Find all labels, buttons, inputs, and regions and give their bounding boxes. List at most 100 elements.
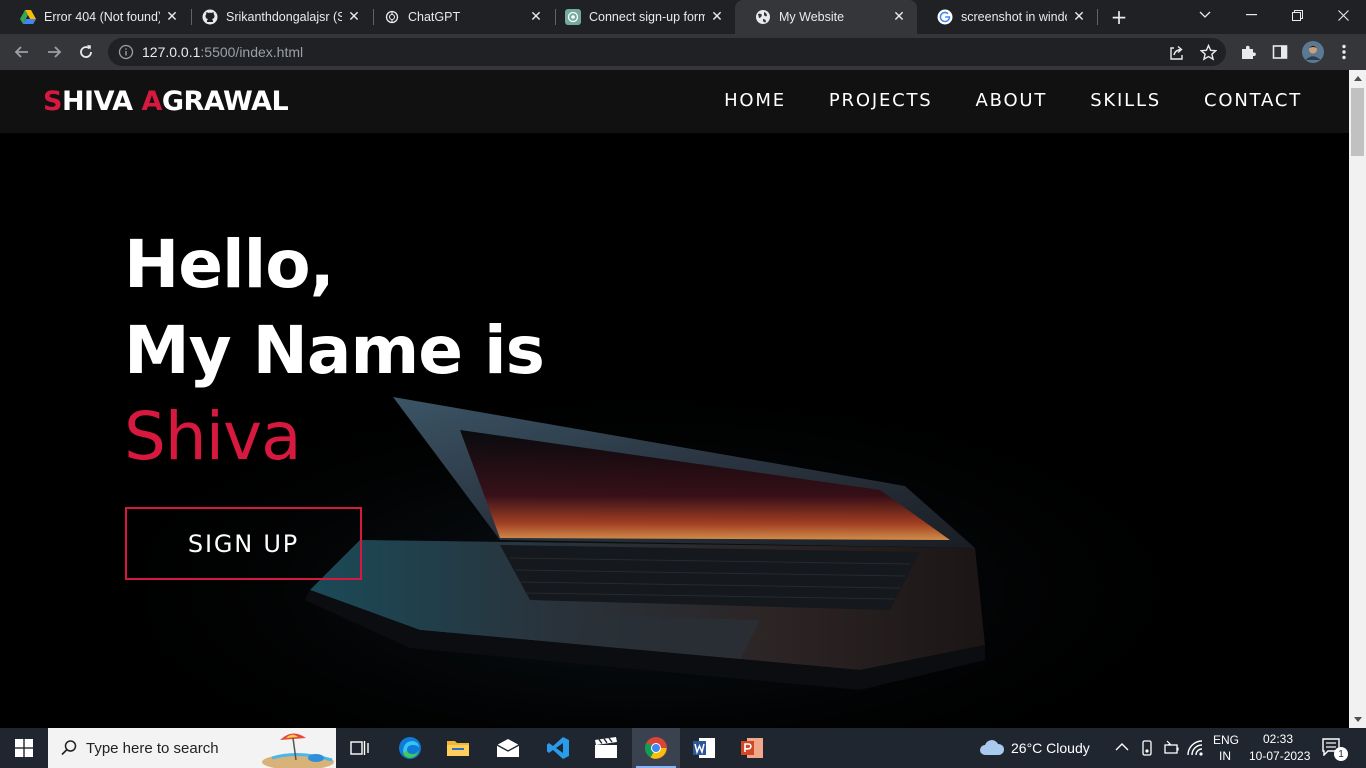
tab-github[interactable]: Srikanthdongalajsr (Srikanth) ✕ (182, 0, 372, 34)
browser-toolbar: 127.0.0.1:5500/index.html (0, 34, 1366, 70)
star-icon (1199, 43, 1217, 61)
close-icon[interactable]: ✕ (1071, 9, 1087, 25)
menu-button[interactable] (1334, 42, 1354, 62)
wifi-icon[interactable] (1187, 740, 1205, 756)
nav-contact-link[interactable]: CONTACT (1204, 90, 1302, 111)
site-logo[interactable]: SHIVA AGRAWAL (43, 86, 289, 117)
tab-title: Srikanthdongalajsr (Srikanth) (226, 10, 342, 24)
tab-screenshot-search[interactable]: screenshot in windows ✕ (917, 0, 1097, 34)
close-icon[interactable]: ✕ (164, 9, 180, 25)
tab-title: Connect sign-up form (589, 10, 705, 24)
device-icon[interactable] (1140, 740, 1154, 756)
hero-greeting: Hello, (124, 226, 335, 303)
forward-button[interactable] (40, 38, 68, 66)
sign-up-button[interactable]: SIGN UP (125, 507, 362, 580)
extensions-button[interactable] (1238, 42, 1258, 62)
hero-intro: My Name is (124, 312, 545, 389)
tab-title: screenshot in windows (961, 10, 1067, 24)
battery-icon[interactable] (1162, 740, 1180, 756)
side-panel-button[interactable] (1270, 42, 1290, 62)
arrow-left-icon (14, 46, 28, 58)
more-vertical-icon (1342, 44, 1346, 60)
chevron-up-icon[interactable] (1115, 742, 1129, 752)
back-button[interactable] (8, 38, 36, 66)
file-explorer-app-button[interactable] (434, 728, 482, 768)
restore-button[interactable] (1274, 0, 1320, 30)
scroll-down-button[interactable] (1349, 711, 1366, 728)
profile-avatar[interactable] (1301, 40, 1325, 64)
nav-about-link[interactable]: ABOUT (976, 90, 1048, 111)
language-indicator[interactable]: ENG (1213, 733, 1239, 747)
avatar-icon (1302, 41, 1324, 63)
reload-button[interactable] (72, 38, 100, 66)
video-editor-app-button[interactable] (582, 728, 630, 768)
clapperboard-icon (595, 737, 617, 758)
region-indicator[interactable]: IN (1219, 749, 1231, 763)
site-navbar: SHIVA AGRAWAL HOME PROJECTS ABOUT SKILLS… (0, 70, 1349, 133)
google-icon (937, 9, 953, 25)
powerpoint-icon (741, 738, 763, 758)
chatgpt-icon (384, 9, 400, 25)
tab-chatgpt[interactable]: ChatGPT ✕ (364, 0, 554, 34)
windows-logo-icon (15, 739, 33, 757)
task-view-icon (350, 741, 369, 755)
edge-app-button[interactable] (386, 728, 434, 768)
close-icon[interactable]: ✕ (709, 9, 725, 25)
close-window-button[interactable] (1320, 0, 1366, 30)
side-panel-icon (1272, 45, 1288, 59)
nav-home-link[interactable]: HOME (724, 90, 786, 111)
new-tab-button[interactable]: + (1106, 5, 1132, 29)
close-icon[interactable]: ✕ (346, 9, 362, 25)
hero-name: Shiva (124, 398, 302, 475)
clock-time[interactable]: 02:33 (1263, 732, 1293, 746)
search-icon (61, 740, 77, 756)
bookmark-button[interactable] (1198, 42, 1218, 62)
tab-separator (1097, 9, 1098, 25)
chatgpt-icon (565, 9, 581, 25)
scroll-up-button[interactable] (1349, 70, 1366, 87)
hero-heading: Hello, My Name is Shiva (124, 222, 545, 480)
tab-search-button[interactable] (1182, 0, 1228, 30)
close-icon[interactable]: ✕ (528, 9, 544, 25)
site-nav-links: HOME PROJECTS ABOUT SKILLS CONTACT (681, 90, 1302, 111)
google-drive-icon (20, 9, 36, 25)
weather-text[interactable]: 26°C Cloudy (1011, 740, 1090, 756)
info-icon[interactable] (118, 44, 134, 60)
page-scrollbar[interactable] (1349, 70, 1366, 728)
arrow-right-icon (48, 46, 62, 58)
search-placeholder: Type here to search (86, 739, 219, 757)
tab-my-website[interactable]: My Website ✕ (735, 0, 917, 34)
tab-title: My Website (779, 10, 845, 24)
address-bar[interactable]: 127.0.0.1:5500/index.html (108, 38, 1226, 66)
clock-date[interactable]: 10-07-2023 (1249, 749, 1310, 763)
folder-icon (447, 741, 469, 756)
powerpoint-app-button[interactable] (728, 728, 776, 768)
restore-icon (1291, 9, 1303, 21)
chrome-icon (645, 737, 667, 759)
task-view-button[interactable] (336, 728, 384, 768)
word-app-button[interactable] (680, 728, 728, 768)
cloud-icon[interactable] (979, 739, 1005, 757)
puzzle-icon (1241, 45, 1256, 59)
close-icon[interactable]: ✕ (891, 9, 907, 25)
browser-tab-strip: Error 404 (Not found)!!! ✕ Srikanthdonga… (0, 0, 1366, 34)
webpage-viewport: SHIVA AGRAWAL HOME PROJECTS ABOUT SKILLS… (0, 70, 1349, 728)
close-icon (1337, 9, 1349, 21)
globe-icon (755, 9, 771, 25)
mail-app-button[interactable] (484, 728, 532, 768)
nav-projects-link[interactable]: PROJECTS (829, 90, 933, 111)
chrome-app-button[interactable] (632, 728, 680, 768)
word-icon (693, 738, 715, 758)
tab-connect-signup[interactable]: Connect sign-up form ✕ (545, 0, 735, 34)
notification-center-button[interactable]: 1 (1322, 738, 1348, 761)
tab-error-404[interactable]: Error 404 (Not found)!!! ✕ (0, 0, 190, 34)
vscode-app-button[interactable] (534, 728, 582, 768)
share-button[interactable] (1166, 42, 1186, 62)
start-button[interactable] (0, 728, 48, 768)
nav-skills-link[interactable]: SKILLS (1090, 90, 1161, 111)
tab-title: ChatGPT (408, 10, 461, 24)
minimize-button[interactable] (1228, 0, 1274, 30)
url-text: 127.0.0.1:5500/index.html (142, 44, 304, 60)
taskbar-search-box[interactable]: Type here to search (48, 728, 336, 768)
scrollbar-thumb[interactable] (1351, 88, 1364, 156)
